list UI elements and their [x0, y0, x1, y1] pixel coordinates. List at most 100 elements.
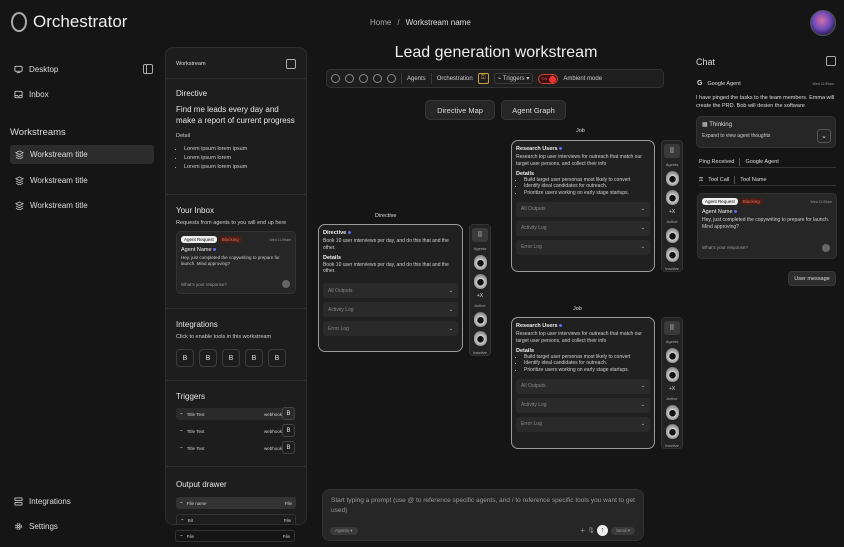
field-label: All Outputs [328, 287, 353, 294]
directive-map-button[interactable]: Directive Map [425, 100, 495, 120]
file-icon: ⌁ [181, 517, 184, 522]
sidebar-item-integrations[interactable]: Integrations [14, 497, 71, 506]
response-input[interactable]: What's your response? [702, 245, 748, 250]
agents-tab[interactable]: Agents [407, 76, 426, 82]
agent-graph-button[interactable]: Agent Graph [501, 100, 566, 120]
send-chip[interactable]: Send ▾ [610, 527, 635, 535]
sidebar-item-label: Workstream title [30, 176, 88, 185]
activity-log-dropdown[interactable]: Activity Log ⌄ [516, 220, 650, 236]
all-outputs-dropdown[interactable]: All Outputs ⌄ [516, 201, 650, 217]
prompt-box[interactable]: Start typing a prompt (use @ to referenc… [322, 489, 644, 541]
activity-log-dropdown[interactable]: Activity Log ⌄ [323, 302, 458, 317]
more-agents-count[interactable]: +X [669, 386, 675, 392]
agent-avatar[interactable] [665, 424, 679, 439]
node-type-label: Directive [375, 213, 397, 219]
trigger-row[interactable]: ⌁ Title Text webhook [176, 442, 286, 454]
agent-avatar[interactable] [665, 348, 679, 364]
microphone-icon[interactable]: 🎙 [587, 527, 595, 534]
user-avatar[interactable] [810, 10, 836, 36]
toolbar-tool-icon[interactable] [331, 74, 340, 83]
trigger-button[interactable]: B [282, 441, 295, 454]
more-agents-count[interactable]: +X [669, 209, 675, 215]
output-row[interactable]: ⌁ Bit File [176, 514, 296, 524]
sidebar-item-settings[interactable]: Settings [14, 522, 58, 531]
agent-strip: ⠿ Agents +X Active Inactive [661, 317, 683, 449]
all-outputs-dropdown[interactable]: All Outputs ⌄ [516, 378, 650, 394]
agent-avatar[interactable] [473, 312, 487, 327]
trigger-row[interactable]: ⌁ Title Text webhook [176, 408, 286, 420]
key-icon[interactable]: ⚿ [477, 73, 489, 84]
error-log-dropdown[interactable]: Error Log ⌄ [516, 416, 650, 432]
breadcrumb-home[interactable]: Home [370, 18, 391, 27]
output-name: Bit [187, 517, 193, 523]
send-icon[interactable]: ↑ [597, 525, 608, 536]
trigger-name: Title Text [186, 411, 205, 417]
details-text: Book 10 user interviews per day, and do … [323, 261, 449, 275]
grid-icon[interactable]: ⠿ [664, 144, 680, 159]
thinking-card[interactable]: ▦ Thinking Expand to view agent thoughts… [696, 116, 836, 148]
sidebar-item-inbox[interactable]: Inbox [14, 90, 49, 99]
error-log-dropdown[interactable]: Error Log ⌄ [323, 321, 458, 336]
sidebar-item-workstream[interactable]: Workstream title [10, 171, 154, 190]
agent-avatar[interactable] [473, 255, 487, 271]
ambient-toggle[interactable]: ON [538, 73, 559, 84]
prompt-input[interactable]: Start typing a prompt (use @ to referenc… [331, 496, 635, 517]
node-text: Book 10 user interviews per day, and do … [323, 238, 449, 251]
integration-button[interactable]: B [176, 349, 194, 367]
triggers-select[interactable]: ⌁ Triggers ▾ [493, 73, 534, 84]
chat-agent-header: G Google Agent Wed 11:59am [697, 80, 834, 87]
sidebar-item-workstream[interactable]: Workstream title [10, 145, 154, 164]
add-icon[interactable]: + [580, 526, 585, 535]
job-node[interactable]: Research Users Research top user intervi… [511, 317, 655, 449]
trigger-button[interactable]: B [282, 424, 295, 437]
agents-chip[interactable]: Agents ▾ [330, 527, 358, 535]
trigger-button[interactable]: B [282, 407, 295, 420]
agent-avatar[interactable] [665, 247, 679, 262]
activity-log-dropdown[interactable]: Activity Log ⌄ [516, 397, 650, 413]
send-response-icon[interactable] [282, 280, 290, 288]
toolbar-tool-icon[interactable] [345, 74, 354, 83]
sidebar-item-workstream[interactable]: Workstream title [10, 196, 154, 215]
more-agents-count[interactable]: +X [477, 293, 483, 299]
tool-call-row: ⚿ Tool Call Tool Name [699, 175, 836, 186]
agent-request-tag: Agent Request [702, 198, 738, 205]
agent-avatar[interactable] [665, 228, 679, 243]
app-logo[interactable]: Orchestrator [11, 12, 127, 32]
grid-icon[interactable]: ⠿ [664, 321, 680, 336]
trigger-row[interactable]: ⌁ Title Text webhook [176, 425, 286, 437]
agent-request-card[interactable]: Agent Request Blocking Wed 11:59am Agent… [176, 231, 296, 294]
agent-avatar[interactable] [473, 274, 487, 290]
collapse-panel-icon[interactable] [286, 59, 296, 69]
agent-avatar[interactable] [665, 367, 679, 383]
orchestration-tab[interactable]: Orchestration [437, 76, 473, 82]
output-row[interactable]: ⌁ File File [175, 530, 295, 542]
all-outputs-dropdown[interactable]: All Outputs ⌄ [323, 283, 458, 298]
integration-button[interactable]: B [222, 349, 240, 367]
main-toolbar: Agents Orchestration ⚿ ⌁ Triggers ▾ ON A… [326, 69, 664, 88]
toolbar-tool-icon[interactable] [387, 74, 396, 83]
integration-button[interactable]: B [268, 349, 286, 367]
response-input[interactable]: What's your response? [181, 282, 227, 287]
integration-button[interactable]: B [245, 349, 263, 367]
directive-node[interactable]: Directive Book 10 user interviews per da… [318, 224, 463, 352]
toolbar-tool-icon[interactable] [373, 74, 382, 83]
sidebar-item-desktop[interactable]: Desktop [14, 65, 58, 74]
agent-avatar[interactable] [665, 405, 679, 420]
collapse-sidebar-icon[interactable] [143, 64, 153, 74]
agent-avatar[interactable] [665, 190, 679, 206]
agent-avatar[interactable] [665, 171, 679, 187]
user-message-bubble: User message [788, 271, 836, 286]
node-title: Directive [323, 230, 347, 236]
job-node[interactable]: Research Users Research top user intervi… [511, 140, 655, 272]
chat-agent-request-card[interactable]: Agent Request Blocking Wed 11:59am Agent… [697, 193, 837, 259]
toolbar-tool-icon[interactable] [359, 74, 368, 83]
expand-chevron-icon[interactable]: ⌄ [817, 129, 831, 143]
output-row[interactable]: ⌁ File name File [176, 497, 296, 509]
grid-icon[interactable]: ⠿ [472, 228, 488, 243]
send-response-icon[interactable] [822, 244, 830, 252]
error-log-dropdown[interactable]: Error Log ⌄ [516, 239, 650, 255]
chat-agent-name: Google Agent [707, 80, 741, 87]
integration-button[interactable]: B [199, 349, 217, 367]
agent-avatar[interactable] [473, 331, 487, 346]
collapse-chat-icon[interactable] [826, 56, 836, 66]
